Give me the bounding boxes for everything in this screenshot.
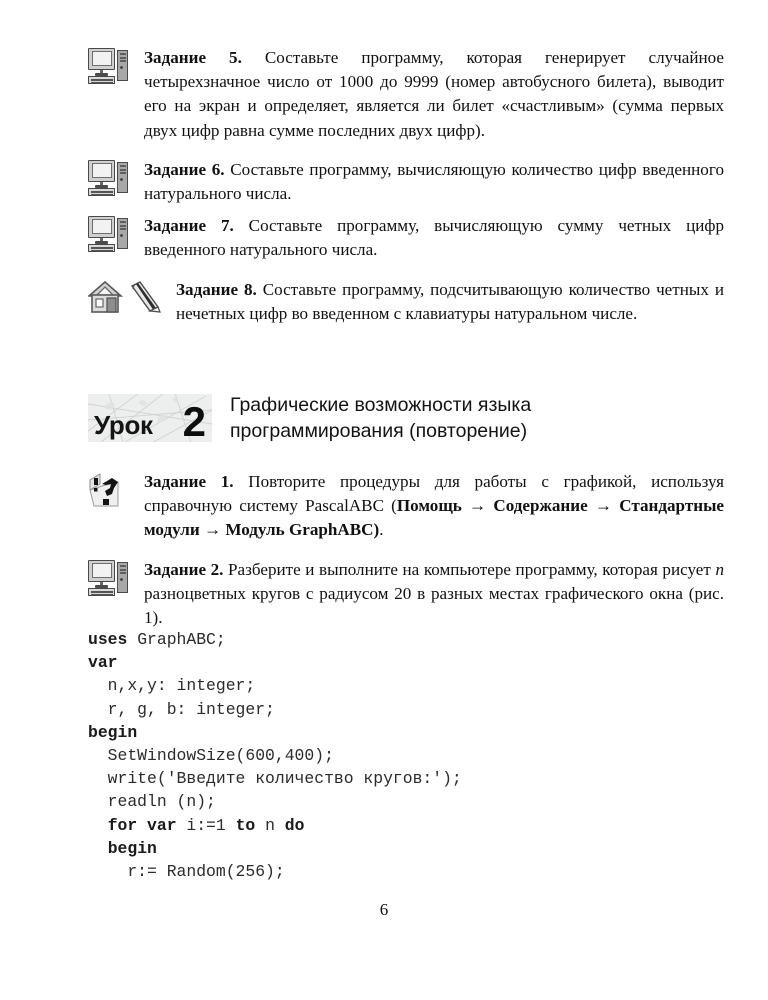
lesson-badge-number: 2 bbox=[182, 398, 206, 442]
task-6-text: Задание 6. Составьте программу, вычисляю… bbox=[144, 158, 724, 206]
lesson-header: Урок 2 Графические возможности языка про… bbox=[88, 392, 531, 444]
code-line: r:= Random(256); bbox=[88, 862, 285, 882]
computer-icon bbox=[88, 560, 128, 596]
code-line: var bbox=[88, 653, 118, 673]
lesson-task-2-variable: n bbox=[715, 560, 724, 579]
task-6-description: Составьте программу, вычисляющую количес… bbox=[144, 160, 724, 204]
lesson-title: Графические возможности языка программир… bbox=[230, 392, 531, 444]
lesson-task-1-text: Задание 1. Повторите процедуры для работ… bbox=[144, 470, 724, 543]
task-6-label: Задание 6. bbox=[144, 160, 225, 179]
pencil-icon bbox=[128, 280, 164, 314]
lesson-title-line-2: программирования (повторение) bbox=[230, 420, 528, 442]
lesson-badge-label: Урок bbox=[94, 410, 153, 440]
task-8-label: Задание 8. bbox=[176, 280, 257, 299]
document-page: Задание 5. Составьте программу, которая … bbox=[0, 0, 768, 1000]
lesson-task-2-label: Задание 2. bbox=[144, 560, 224, 579]
lesson-task-block-1: Задание 1. Повторите процедуры для работ… bbox=[88, 470, 724, 543]
code-line: r, g, b: integer; bbox=[88, 699, 275, 719]
task-block-8: Задание 8. Составьте программу, подсчиты… bbox=[86, 278, 724, 326]
task-7-label: Задание 7. bbox=[144, 216, 234, 235]
code-line: uses GraphABC; bbox=[88, 630, 226, 649]
computer-icon bbox=[88, 160, 128, 196]
task-7-icons bbox=[88, 214, 144, 252]
computer-icon bbox=[88, 48, 128, 84]
task-block-5: Задание 5. Составьте программу, которая … bbox=[88, 46, 724, 143]
task-8-description: Составьте программу, подсчитывающую коли… bbox=[176, 280, 724, 324]
lesson-task-1-label: Задание 1. bbox=[144, 472, 234, 491]
task-block-6: Задание 6. Составьте программу, вычисляю… bbox=[88, 158, 724, 206]
task-5-icons bbox=[88, 46, 144, 84]
task-block-7: Задание 7. Составьте программу, вычисляю… bbox=[88, 214, 724, 262]
lesson-task-2-part-2: разноцветных кругов с радиусом 20 в разн… bbox=[144, 584, 724, 628]
code-line: readln (n); bbox=[88, 792, 216, 812]
page-number: 6 bbox=[379, 900, 389, 919]
house-icon bbox=[86, 280, 124, 314]
lesson-task-block-2: Задание 2. Разберите и выполните на комп… bbox=[88, 558, 724, 631]
task-6-icons bbox=[88, 158, 144, 196]
task-8-text: Задание 8. Составьте программу, подсчиты… bbox=[176, 278, 724, 326]
code-listing: uses GraphABC; var n,x,y: integer; r, g, … bbox=[88, 628, 728, 883]
lesson-task-2-text: Задание 2. Разберите и выполните на комп… bbox=[144, 558, 724, 631]
task-5-label: Задание 5. bbox=[144, 48, 242, 67]
lesson-task-1-icons bbox=[88, 470, 144, 508]
code-line: begin bbox=[88, 722, 138, 742]
code-line: SetWindowSize(600,400); bbox=[88, 746, 334, 766]
lesson-task-1-outro: . bbox=[379, 520, 384, 540]
question-mark-icon bbox=[88, 472, 126, 508]
lesson-task-2-part-1: Разберите и выполните на компьютере прог… bbox=[223, 560, 716, 579]
code-line: begin bbox=[107, 838, 157, 858]
task-8-icons bbox=[86, 278, 176, 314]
task-7-text: Задание 7. Составьте программу, вычисляю… bbox=[144, 214, 724, 262]
lesson-title-line-1: Графические возможности языка bbox=[230, 394, 532, 416]
lesson-task-2-icons bbox=[88, 558, 144, 596]
task-5-text: Задание 5. Составьте программу, которая … bbox=[144, 46, 724, 143]
computer-icon bbox=[88, 216, 128, 252]
code-line: write('Введите количество кругов:'); bbox=[88, 769, 462, 789]
code-line: n,x,y: integer; bbox=[88, 676, 256, 696]
code-line: for var i:=1 to n do bbox=[107, 815, 305, 835]
lesson-badge: Урок 2 bbox=[88, 394, 212, 442]
